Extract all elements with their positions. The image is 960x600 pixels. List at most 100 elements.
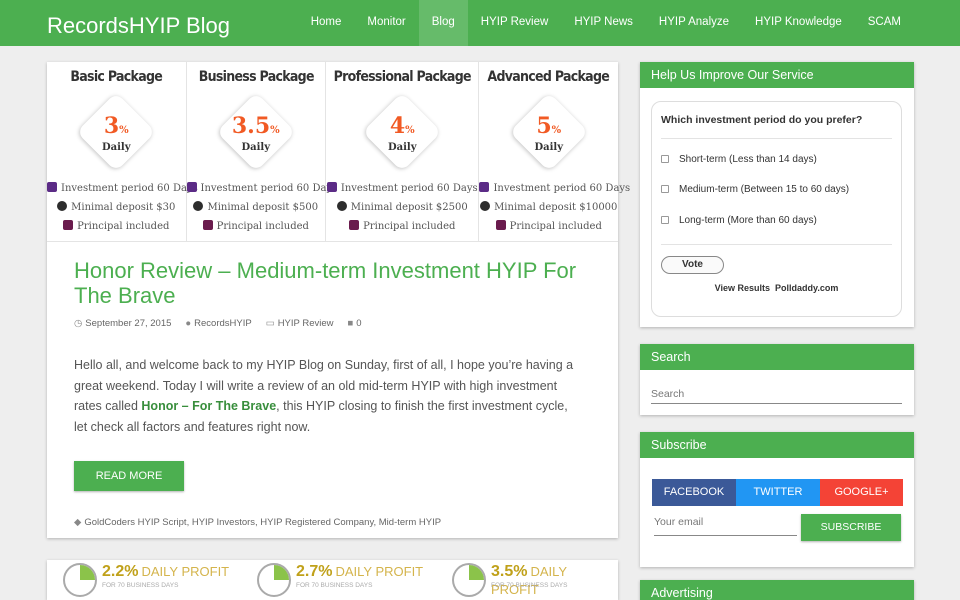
nav-hyip-news[interactable]: HYIP News	[561, 0, 646, 46]
post-title-link[interactable]: Honor Review – Medium-term Investment HY…	[74, 258, 604, 308]
poll-option-short[interactable]: Short-term (Less than 14 days)	[661, 154, 817, 165]
profit-label: DAILY PROFIT	[335, 564, 424, 579]
package-period: Investment period 60 Days	[340, 183, 478, 194]
divider	[661, 138, 892, 139]
profit-value: 2.7%	[296, 563, 333, 580]
package-details: Investment period 60 Days Minimal deposi…	[479, 179, 630, 236]
view-results-link[interactable]: View Results	[715, 283, 770, 293]
rate-value: 5	[536, 113, 552, 139]
briefcase-icon	[349, 220, 360, 230]
poll-widget: Help Us Improve Our Service Which invest…	[640, 62, 914, 327]
divider	[661, 244, 892, 245]
briefcase-icon	[63, 220, 74, 230]
checkbox[interactable]	[661, 155, 669, 163]
clock-icon: ◷	[74, 318, 83, 329]
package-business: Business Package 3.5% Daily Investment p…	[186, 62, 337, 241]
post-category[interactable]: HYIP Review	[278, 318, 334, 329]
nav-hyip-analyze[interactable]: HYIP Analyze	[646, 0, 742, 46]
nav-blog[interactable]: Blog	[418, 0, 468, 46]
rate-value: 3.5	[231, 113, 271, 139]
profit-value: 2.2%	[102, 563, 139, 580]
post-tags: ◆ GoldCoders HYIP Script, HYIP Investors,…	[74, 517, 441, 528]
tag-icon: ◆	[74, 517, 82, 528]
post-comments[interactable]: 0	[356, 318, 361, 329]
folder-icon: ▭	[265, 318, 275, 329]
rate-sign: %	[119, 125, 129, 136]
profit-item: 2.7% DAILY PROFIT FOR 70 BUSINESS DAYS	[257, 560, 423, 600]
checkbox[interactable]	[661, 216, 669, 224]
polldaddy-link[interactable]: Polldaddy.com	[775, 283, 838, 293]
advertising-widget-title: Advertising	[640, 580, 914, 600]
advertising-widget: Advertising	[640, 580, 914, 600]
package-principal: Principal included	[363, 221, 456, 232]
package-deposit: Minimal deposit $2500	[350, 202, 468, 213]
poll-box: Which investment period do you prefer? S…	[651, 101, 902, 317]
post-excerpt: Hello all, and welcome back to my HYIP B…	[74, 355, 584, 437]
tag-list[interactable]: GoldCoders HYIP Script, HYIP Investors, …	[84, 517, 441, 528]
rate-unit: Daily	[101, 142, 131, 153]
poll-option-long[interactable]: Long-term (More than 60 days)	[661, 215, 817, 226]
package-period: Investment period 60 Days	[61, 183, 198, 194]
rate-sign: %	[270, 125, 280, 136]
pie-chart-icon	[452, 563, 486, 597]
package-basic: Basic Package 3% Daily Investment period…	[47, 62, 198, 241]
poll-option-label: Long-term (More than 60 days)	[679, 215, 817, 226]
site-brand[interactable]: RecordsHYIP Blog	[47, 13, 230, 39]
poll-widget-title: Help Us Improve Our Service	[640, 62, 914, 88]
package-details: Investment period 60 Days Minimal deposi…	[186, 179, 337, 236]
package-rate: 3.5%	[187, 113, 326, 144]
post-meta: ◷ September 27, 2015 ● RecordsHYIP ▭ HYIP R…	[74, 318, 362, 329]
post-date[interactable]: September 27, 2015	[85, 318, 171, 329]
poll-option-label: Short-term (Less than 14 days)	[679, 154, 817, 165]
read-more-button[interactable]: READ MORE	[74, 461, 184, 491]
profit-sub: FOR 70 BUSINESS DAYS	[102, 582, 179, 589]
package-rate: 3%	[47, 113, 186, 144]
google-plus-button[interactable]: GOOGLE+	[820, 479, 903, 506]
search-widget: Search Search	[640, 344, 914, 415]
nav-hyip-review[interactable]: HYIP Review	[468, 0, 562, 46]
package-principal: Principal included	[77, 221, 170, 232]
pie-chart-icon	[63, 563, 97, 597]
search-input[interactable]: Search	[651, 386, 902, 404]
calendar-icon	[186, 182, 197, 192]
nav-hyip-knowledge[interactable]: HYIP Knowledge	[742, 0, 855, 46]
calendar-icon	[47, 182, 57, 192]
email-field[interactable]: Your email	[654, 516, 797, 536]
checkbox[interactable]	[661, 185, 669, 193]
profit-item: 2.2% DAILY PROFIT FOR 70 BUSINESS DAYS	[63, 560, 229, 600]
package-banner: Basic Package 3% Daily Investment period…	[47, 62, 630, 242]
profit-value-wrap: 2.2% DAILY PROFIT	[102, 563, 229, 581]
briefcase-icon	[202, 220, 213, 230]
rate-value: 3	[103, 113, 120, 139]
twitter-button[interactable]: TWITTER	[736, 479, 820, 506]
money-bag-icon	[193, 201, 204, 211]
package-rate: 5%	[479, 113, 618, 144]
nav-monitor[interactable]: Monitor	[354, 0, 418, 46]
poll-question: Which investment period do you prefer?	[661, 114, 863, 126]
poll-links: View Results Polldaddy.com	[652, 283, 901, 293]
briefcase-icon	[495, 220, 506, 230]
package-rate: 4%	[326, 113, 478, 144]
money-bag-icon	[57, 201, 68, 211]
profit-sub: FOR 70 BUSINESS DAYS	[491, 582, 568, 589]
package-principal: Principal included	[509, 221, 602, 232]
package-details: Investment period 60 Days Minimal deposi…	[47, 179, 198, 236]
profit-item: 3.5% DAILY PROFIT FOR 70 BUSINESS DAYS	[452, 560, 618, 600]
poll-option-medium[interactable]: Medium-term (Between 15 to 60 days)	[661, 184, 849, 195]
facebook-button[interactable]: FACEBOOK	[652, 479, 736, 506]
package-details: Investment period 60 Days Minimal deposi…	[326, 179, 478, 236]
subscribe-button[interactable]: SUBSCRIBE	[801, 514, 901, 541]
post-author[interactable]: RecordsHYIP	[194, 318, 252, 329]
package-deposit: Minimal deposit $10000	[494, 202, 618, 213]
rate-unit: Daily	[534, 142, 564, 153]
vote-button[interactable]: Vote	[661, 256, 724, 274]
nav-scam[interactable]: SCAM	[855, 0, 914, 46]
profit-label: DAILY PROFIT	[141, 564, 230, 579]
subscribe-widget-title: Subscribe	[640, 432, 914, 458]
rate-sign: %	[551, 125, 562, 136]
package-deposit: Minimal deposit $30	[71, 202, 176, 213]
package-period: Investment period 60 Days	[200, 183, 338, 194]
excerpt-link[interactable]: Honor – For The Brave	[141, 399, 276, 413]
nav-home[interactable]: Home	[298, 0, 355, 46]
money-bag-icon	[480, 201, 491, 211]
